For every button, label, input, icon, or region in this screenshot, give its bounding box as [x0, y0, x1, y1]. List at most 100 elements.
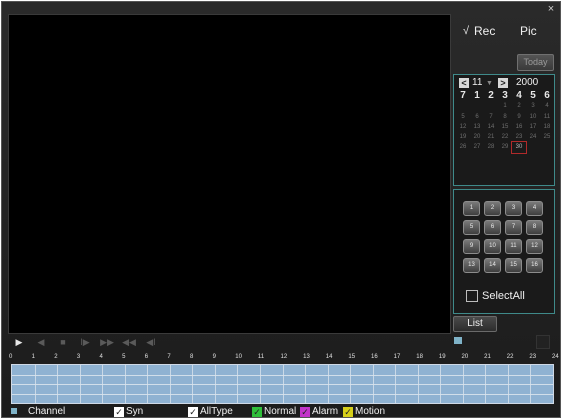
prev-month-button[interactable]: <	[459, 78, 469, 88]
channel-button-16[interactable]: 16	[526, 258, 543, 273]
channel-button-2[interactable]: 2	[484, 201, 501, 216]
calendar-day[interactable]: 5	[456, 112, 470, 122]
calendar-day[interactable]: 27	[470, 142, 484, 152]
calendar-day[interactable]: 8	[498, 112, 512, 122]
calendar-day[interactable]: 1	[498, 101, 512, 111]
calendar-day[interactable]: 23	[512, 132, 526, 142]
calendar-day[interactable]: 12	[456, 122, 470, 132]
hour-label: 19	[438, 354, 446, 360]
hour-label: 7	[167, 354, 171, 360]
hour-label: 23	[529, 354, 537, 360]
channel-button-10[interactable]: 10	[484, 239, 501, 254]
channel-button-14[interactable]: 14	[484, 258, 501, 273]
hour-label: 6	[144, 354, 149, 360]
close-icon[interactable]: ×	[546, 4, 556, 15]
calendar-day[interactable]: 18	[540, 122, 554, 132]
channel-button-9[interactable]: 9	[463, 239, 480, 254]
calendar-day[interactable]: 3	[526, 101, 540, 111]
channel-button-11[interactable]: 11	[505, 239, 522, 254]
calendar-day[interactable]: 24	[526, 132, 540, 142]
rec-radio[interactable]: √ Rec	[463, 24, 495, 38]
calendar-day[interactable]: 20	[470, 132, 484, 142]
calendar-day[interactable]: 22	[498, 132, 512, 142]
hour-label: 17	[393, 354, 401, 360]
channel-button-13[interactable]: 13	[463, 258, 480, 273]
recording-timeline[interactable]	[11, 364, 554, 404]
record-indicator-icon	[454, 337, 462, 344]
hour-label: 18	[416, 354, 423, 360]
next-month-button[interactable]: >	[498, 78, 508, 88]
calendar-day[interactable]: 2	[512, 101, 526, 111]
calendar-day[interactable]: 17	[526, 122, 540, 132]
calendar-day[interactable]: 6	[470, 112, 484, 122]
channel-button-4[interactable]: 4	[526, 201, 543, 216]
alltype-checkbox[interactable]: ✓ AllType	[188, 406, 233, 417]
calendar-week-row: 26 27 28 29 30	[456, 141, 554, 154]
month-dropdown-icon[interactable]: ▼	[486, 78, 493, 89]
motion-checkbox[interactable]: ✓ Motion	[343, 406, 385, 417]
normal-checkbox[interactable]: ✓ Normal	[252, 406, 296, 417]
fullscreen-icon[interactable]	[536, 335, 550, 349]
timeline-channel-line	[12, 374, 553, 376]
syn-checkbox[interactable]: ✓ Syn	[114, 406, 143, 417]
fast-backward-icon[interactable]: ◀◀	[122, 336, 136, 348]
hour-label: 13	[303, 354, 310, 360]
checkbox-icon: ✓	[343, 406, 353, 417]
checkbox-icon: ✓	[252, 406, 262, 417]
calendar-week-row: 1234	[456, 101, 554, 111]
select-all-checkbox[interactable]: SelectAll	[466, 290, 525, 302]
calendar-day[interactable]: 26	[456, 142, 470, 152]
calendar-day[interactable]: 30	[511, 141, 527, 154]
calendar-day[interactable]: 11	[540, 112, 554, 122]
alarm-label: Alarm	[312, 406, 339, 417]
fast-forward-icon[interactable]: ▶▶	[100, 336, 114, 348]
rec-label: Rec	[474, 24, 496, 38]
channel-button-7[interactable]: 7	[505, 220, 522, 235]
channel-button-5[interactable]: 5	[463, 220, 480, 235]
checkbox-icon	[466, 290, 478, 302]
step-backward-icon[interactable]: ◀I	[144, 336, 158, 348]
hour-label: 15	[348, 354, 356, 360]
timeline-channel-line	[12, 384, 553, 385]
video-playback-area[interactable]	[8, 14, 451, 334]
pic-label: Pic	[520, 24, 537, 38]
hour-label: 24	[552, 354, 559, 360]
hour-label: 4	[99, 354, 103, 360]
calendar-day[interactable]: 9	[512, 112, 526, 122]
channel-button-12[interactable]: 12	[526, 239, 543, 254]
calendar-day[interactable]: 15	[498, 122, 512, 132]
calendar-day[interactable]: 19	[456, 132, 470, 142]
calendar-day[interactable]: 10	[526, 112, 540, 122]
channel-button-3[interactable]: 3	[505, 201, 522, 216]
channel-button-8[interactable]: 8	[526, 220, 543, 235]
checkbox-icon: ✓	[300, 406, 310, 417]
calendar-day[interactable]: 7	[484, 112, 498, 122]
calendar-day[interactable]: 13	[470, 122, 484, 132]
list-button[interactable]: List	[453, 316, 497, 332]
step-forward-icon[interactable]: I▶	[78, 336, 92, 348]
calendar-day[interactable]: 29	[498, 142, 512, 152]
calendar-day[interactable]: 21	[484, 132, 498, 142]
hour-label: 20	[461, 354, 469, 360]
channel-button-15[interactable]: 15	[505, 258, 522, 273]
calendar-day[interactable]: 14	[484, 122, 498, 132]
hour-label: 16	[371, 354, 378, 360]
year-field[interactable]: 2000	[516, 78, 538, 88]
slow-backward-icon[interactable]: ◀	[34, 336, 48, 348]
calendar-day[interactable]: 28	[484, 142, 498, 152]
channel-icon	[11, 408, 17, 414]
calendar-empty-cell	[470, 101, 484, 111]
channel-grid: 1 2 3 4 5 6 7 8 9 10 11 12 13 14 15 16	[463, 201, 543, 273]
today-button[interactable]: Today	[517, 54, 554, 71]
play-icon[interactable]: ▶	[12, 336, 26, 348]
stop-icon[interactable]: ■	[56, 336, 70, 348]
timeline-hour-scale: 0 1 2 3 4 5 6 7 8 9 10 11 12 13 14 15 16 17 18 19 20 21 22 23 24	[8, 352, 559, 364]
hour-label: 3	[76, 354, 81, 360]
calendar-day[interactable]: 4	[540, 101, 554, 111]
calendar-day[interactable]: 25	[540, 132, 554, 142]
channel-button-1[interactable]: 1	[463, 201, 480, 216]
channel-button-6[interactable]: 6	[484, 220, 501, 235]
alarm-checkbox[interactable]: ✓ Alarm	[300, 406, 338, 417]
pic-radio[interactable]: Pic	[509, 24, 537, 38]
calendar-day[interactable]: 16	[512, 122, 526, 132]
